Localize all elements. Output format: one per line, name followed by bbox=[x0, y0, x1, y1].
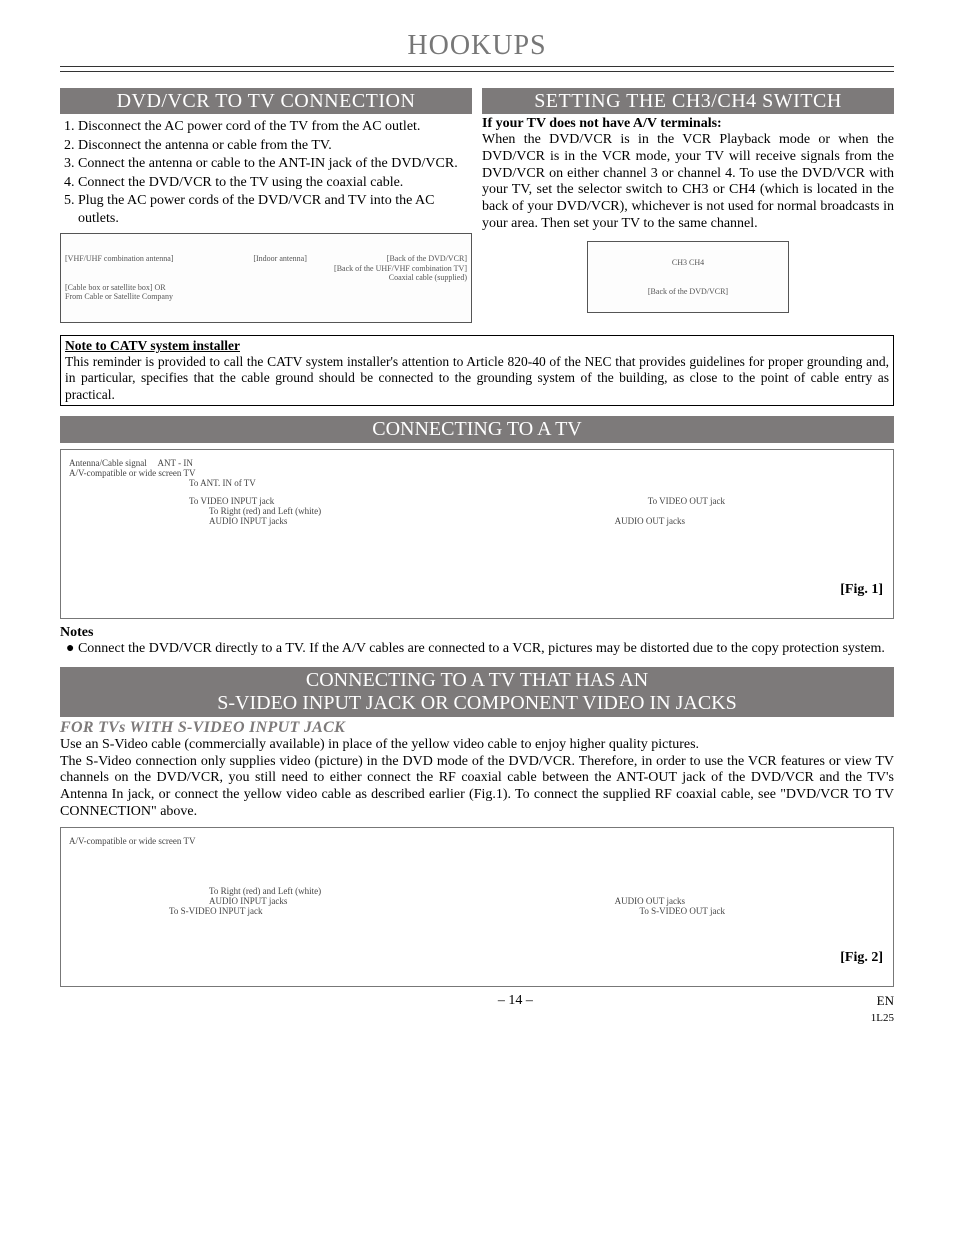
diag-label: A/V-compatible or wide screen TV bbox=[69, 836, 885, 846]
sec1-steps: Disconnect the AC power cord of the TV f… bbox=[60, 118, 472, 227]
top-columns: DVD/VCR TO TV CONNECTION Disconnect the … bbox=[60, 88, 894, 329]
step: Plug the AC power cords of the DVD/VCR a… bbox=[78, 192, 472, 227]
title-rule bbox=[60, 71, 894, 72]
diag-label: To Right (red) and Left (white) bbox=[209, 886, 885, 896]
diag-label: To VIDEO OUT jack bbox=[648, 496, 725, 506]
sec4-p1: Use an S-Video cable (commercially avail… bbox=[60, 737, 894, 754]
footer: – 14 – EN 1L25 bbox=[60, 993, 894, 1025]
diag-label: OR bbox=[155, 283, 166, 292]
diag-label: To Right (red) and Left (white) bbox=[209, 506, 885, 516]
sec1-diagram: [VHF/UHF combination antenna] [Indoor an… bbox=[60, 233, 472, 323]
sec4-header: CONNECTING TO A TV THAT HAS AN S-VIDEO I… bbox=[60, 667, 894, 717]
diag-label: To ANT. IN of TV bbox=[189, 478, 885, 488]
diag-label: CH3 CH4 bbox=[672, 258, 704, 267]
diag-label: Antenna/Cable signal bbox=[69, 458, 147, 468]
sec2-body: When the DVD/VCR is in the VCR Playback … bbox=[482, 132, 894, 233]
notes-title: Notes bbox=[60, 625, 894, 641]
fig2-label: [Fig. 2] bbox=[840, 950, 883, 966]
sec4-title-l2: S-VIDEO INPUT JACK OR COMPONENT VIDEO IN… bbox=[217, 692, 736, 714]
lang-code: EN bbox=[877, 993, 894, 1008]
catv-title: Note to CATV system installer bbox=[65, 338, 240, 353]
sec3-diagram: Antenna/Cable signal ANT - IN A/V-compat… bbox=[60, 449, 894, 619]
right-col: SETTING THE CH3/CH4 SWITCH If your TV do… bbox=[482, 88, 894, 329]
diag-label: To S-VIDEO OUT jack bbox=[640, 906, 725, 916]
sec1-header: DVD/VCR TO TV CONNECTION bbox=[60, 88, 472, 114]
diag-label: [Indoor antenna] bbox=[253, 254, 307, 264]
sec3-header: CONNECTING TO A TV bbox=[60, 416, 894, 443]
diag-label: AUDIO OUT jacks bbox=[615, 516, 685, 526]
sec2-sub: If your TV does not have A/V terminals: bbox=[482, 116, 894, 132]
sec4-sub: FOR TVs WITH S-VIDEO INPUT JACK bbox=[60, 719, 894, 737]
note1: ● Connect the DVD/VCR directly to a TV. … bbox=[78, 641, 894, 657]
catv-note: Note to CATV system installer This remin… bbox=[60, 335, 894, 406]
diag-label: [Back of the DVD/VCR] bbox=[648, 287, 728, 296]
step: Disconnect the antenna or cable from the… bbox=[78, 137, 472, 155]
page-title: HOOKUPS bbox=[60, 30, 894, 67]
diag-label: AUDIO OUT jacks bbox=[615, 896, 685, 906]
catv-body: This reminder is provided to call the CA… bbox=[65, 354, 889, 403]
sec2-diagram: CH3 CH4 [Back of the DVD/VCR] bbox=[587, 241, 789, 313]
sec2-header: SETTING THE CH3/CH4 SWITCH bbox=[482, 88, 894, 114]
doc-code: 1L25 bbox=[871, 1012, 894, 1024]
diag-label: AUDIO INPUT jacks bbox=[209, 516, 287, 526]
sec4-title-l1: CONNECTING TO A TV THAT HAS AN bbox=[306, 669, 648, 691]
step: Connect the antenna or cable to the ANT-… bbox=[78, 155, 472, 173]
diag-label: [Back of the DVD/VCR] bbox=[387, 254, 467, 264]
diag-label: From Cable or Satellite Company bbox=[65, 292, 173, 302]
diag-label: [VHF/UHF combination antenna] bbox=[65, 254, 173, 264]
step: Disconnect the AC power cord of the TV f… bbox=[78, 118, 472, 136]
sec4-diagram: A/V-compatible or wide screen TV To Righ… bbox=[60, 827, 894, 987]
page-number: – 14 – bbox=[160, 993, 871, 1025]
diag-label: To VIDEO INPUT jack bbox=[189, 496, 274, 506]
diag-label: To S-VIDEO INPUT jack bbox=[169, 906, 262, 916]
fig1-label: [Fig. 1] bbox=[840, 582, 883, 598]
step: Connect the DVD/VCR to the TV using the … bbox=[78, 174, 472, 192]
sec4-p2: The S-Video connection only supplies vid… bbox=[60, 754, 894, 821]
diag-label: [Back of the UHF/VHF combination TV] bbox=[334, 264, 467, 273]
diag-label: A/V-compatible or wide screen TV bbox=[69, 468, 885, 478]
diag-label: [Cable box or satellite box] bbox=[65, 283, 153, 292]
left-col: DVD/VCR TO TV CONNECTION Disconnect the … bbox=[60, 88, 472, 329]
diag-label: ANT - IN bbox=[158, 458, 193, 468]
diag-label: AUDIO INPUT jacks bbox=[209, 896, 287, 906]
diag-label: Coaxial cable (supplied) bbox=[389, 273, 467, 282]
